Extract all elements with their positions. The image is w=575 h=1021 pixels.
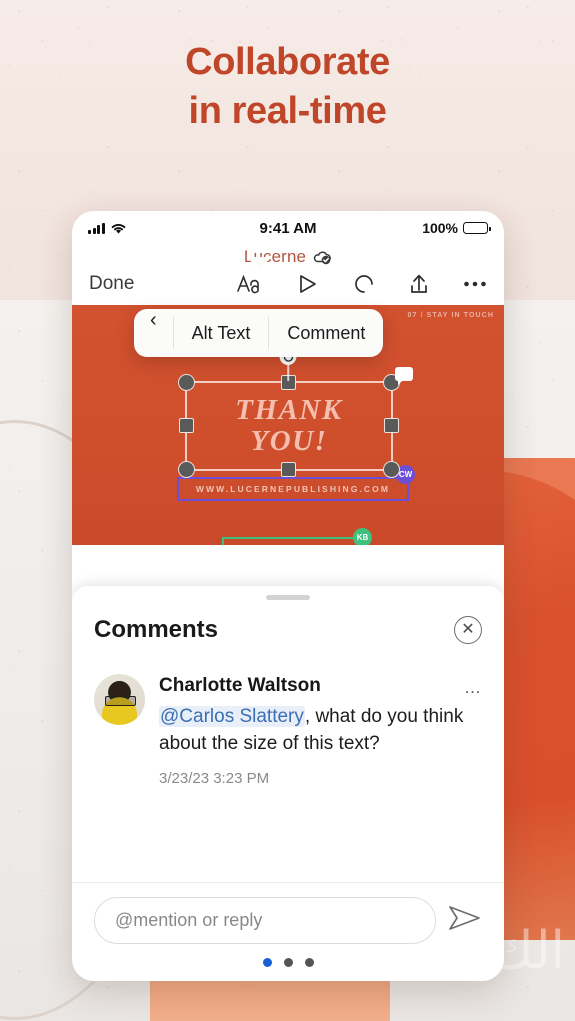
comment-item: Charlotte Waltson … @Carlos Slattery, wh… bbox=[72, 650, 504, 787]
toolbar-icon-group bbox=[237, 273, 487, 295]
thank-you-text: THANK YOU! bbox=[187, 383, 391, 469]
headline-line-2: in real-time bbox=[188, 89, 387, 132]
comments-sheet: Comments ✕ Charlotte Waltson … @Carlos S… bbox=[72, 586, 504, 981]
resize-handle-bottom-middle[interactable] bbox=[281, 462, 296, 477]
battery-full-icon bbox=[463, 222, 491, 234]
context-menu-item-alt-text[interactable]: Alt Text bbox=[174, 309, 269, 357]
status-bar-left bbox=[88, 222, 127, 235]
comment-bubble-icon[interactable] bbox=[395, 367, 413, 385]
collab-box-url[interactable]: WWW.LUCERNEPUBLISHING.COM CW bbox=[177, 465, 415, 501]
avatar[interactable] bbox=[94, 674, 145, 725]
cellular-bars-icon bbox=[88, 222, 105, 234]
more-ellipsis-icon[interactable]: … bbox=[464, 674, 482, 696]
comment-timestamp: 3/23/23 3:23 PM bbox=[159, 769, 270, 787]
format-text-icon[interactable] bbox=[237, 274, 263, 294]
context-menu-item-comment[interactable]: Comment bbox=[269, 309, 383, 357]
comment-body: Charlotte Waltson … @Carlos Slattery, wh… bbox=[159, 674, 482, 787]
collab-box-inquiries[interactable]: For Inquiries: JOHN@LUCERNEPUBLISHING.CO… bbox=[222, 528, 372, 545]
status-bar: 9:41 AM 100% bbox=[72, 211, 504, 245]
more-ellipsis-icon[interactable] bbox=[463, 280, 487, 288]
resize-handle-top-left[interactable] bbox=[178, 374, 195, 391]
close-circle-icon[interactable]: ✕ bbox=[454, 616, 482, 644]
cloud-check-icon bbox=[313, 251, 331, 264]
wifi-icon bbox=[111, 223, 126, 234]
battery-percent-label: 100% bbox=[422, 220, 458, 236]
play-icon[interactable] bbox=[297, 273, 319, 295]
share-icon[interactable] bbox=[409, 273, 429, 295]
document-title-row: Lucerne bbox=[72, 245, 504, 271]
collab-badge-kb[interactable]: KB bbox=[353, 528, 372, 545]
chevron-left-icon[interactable]: ‹ bbox=[134, 309, 173, 357]
page-dot-3[interactable] bbox=[304, 958, 314, 967]
reply-input[interactable]: @mention or reply bbox=[94, 897, 436, 944]
comment-mention[interactable]: @Carlos Slattery bbox=[159, 705, 305, 727]
page-dot-1[interactable] bbox=[262, 958, 272, 967]
page-indicator-dots bbox=[72, 952, 504, 981]
comment-author: Charlotte Waltson bbox=[159, 675, 321, 696]
comment-circle-icon[interactable] bbox=[353, 273, 375, 295]
page-headline: Collaborate in real-time bbox=[0, 38, 575, 135]
slide-corner-label: 07 / STAY IN TOUCH bbox=[407, 312, 494, 319]
headline-line-1: Collaborate bbox=[185, 41, 390, 83]
phone-mockup: 9:41 AM 100% Lucerne Done ‹ Alt Text Com… bbox=[72, 211, 504, 981]
thank-you-word-1: THANK bbox=[235, 393, 343, 426]
context-menu: ‹ Alt Text Comment bbox=[134, 309, 384, 357]
rotate-handle-stem bbox=[287, 365, 289, 381]
thank-you-word-2: YOU! bbox=[250, 425, 328, 457]
comment-text: @Carlos Slattery, what do you think abou… bbox=[159, 703, 482, 758]
collab-url-label: WWW.LUCERNEPUBLISHING.COM bbox=[195, 484, 391, 494]
page-dot-2[interactable] bbox=[283, 958, 293, 967]
comments-sheet-header: Comments ✕ bbox=[72, 600, 504, 650]
comments-title: Comments bbox=[94, 616, 219, 643]
resize-handle-bottom-left[interactable] bbox=[178, 461, 195, 478]
selected-textbox[interactable]: THANK YOU! bbox=[178, 367, 413, 478]
editor-toolbar: Done bbox=[72, 271, 504, 305]
resize-handle-bottom-right[interactable] bbox=[383, 461, 400, 478]
send-arrow-icon[interactable] bbox=[448, 904, 482, 937]
status-bar-right: 100% bbox=[422, 220, 491, 236]
resize-handle-middle-left[interactable] bbox=[179, 418, 194, 433]
resize-handle-middle-right[interactable] bbox=[384, 418, 399, 433]
reply-row: @mention or reply bbox=[72, 882, 504, 952]
context-menu-pointer bbox=[246, 257, 272, 269]
done-button[interactable]: Done bbox=[89, 273, 134, 295]
comment-header: Charlotte Waltson … bbox=[159, 674, 482, 698]
